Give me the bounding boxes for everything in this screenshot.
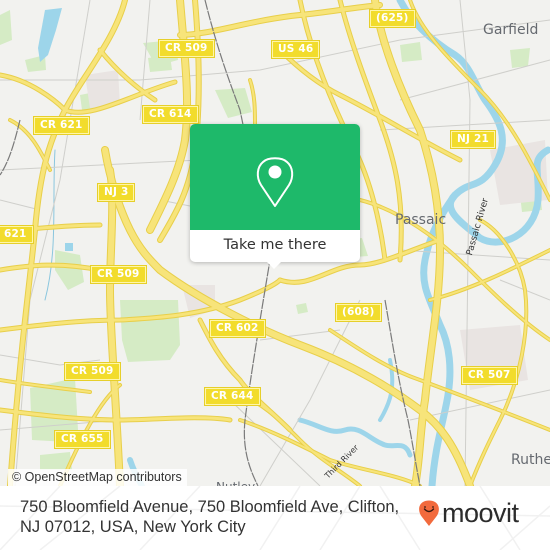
- park-area: [0, 10, 12, 45]
- road-shield: CR 507: [462, 367, 517, 384]
- moovit-smiley-pin-icon: [419, 500, 439, 526]
- place-label-rutherford: Ruthe: [511, 452, 550, 468]
- place-label-passaic: Passaic: [395, 212, 447, 228]
- destination-address: 750 Bloomfield Avenue, 750 Bloomfield Av…: [20, 497, 420, 537]
- road-shield: CR 509: [65, 363, 120, 380]
- address-line-1: 750 Bloomfield Avenue, 750 Bloomfield Av…: [20, 498, 400, 516]
- road-shield: 621: [0, 226, 33, 243]
- moovit-logo[interactable]: moovit: [418, 498, 519, 528]
- moovit-wordmark: moovit: [442, 498, 519, 528]
- park-area: [510, 48, 530, 68]
- popup-header[interactable]: [190, 124, 360, 230]
- road-shield: US 46: [272, 41, 320, 58]
- road-shield: (625): [370, 10, 415, 27]
- popup-pointer: [266, 261, 282, 269]
- park-area: [400, 42, 422, 62]
- road-shield: NJ 3: [98, 184, 135, 201]
- road-shield: (608): [336, 304, 381, 321]
- road-shield: CR 644: [205, 388, 260, 405]
- take-me-there-button[interactable]: Take me there: [190, 230, 360, 262]
- address-line-2: NJ 07012, USA, New York City: [20, 518, 246, 536]
- road-shield: CR 509: [91, 266, 146, 283]
- road-shield: CR 509: [159, 40, 214, 57]
- park-area: [55, 250, 84, 290]
- park-area: [148, 55, 172, 72]
- road-shield: CR 602: [210, 320, 265, 337]
- road-shield: CR 621: [34, 117, 89, 134]
- road-shield: NJ 21: [451, 131, 495, 148]
- road-shield: CR 655: [55, 431, 110, 448]
- location-pin-icon: [256, 157, 294, 207]
- park-area: [296, 303, 308, 314]
- road-shield: CR 614: [143, 106, 198, 123]
- park-area: [120, 300, 180, 362]
- pond: [65, 243, 73, 251]
- map-attribution[interactable]: © OpenStreetMap contributors: [8, 469, 187, 486]
- destination-popup[interactable]: Take me there: [190, 124, 360, 262]
- place-label-garfield: Garfield: [483, 22, 539, 38]
- reservoir: [38, 8, 62, 62]
- footer: 750 Bloomfield Avenue, 750 Bloomfield Av…: [0, 486, 550, 550]
- rail-line: [0, 119, 21, 176]
